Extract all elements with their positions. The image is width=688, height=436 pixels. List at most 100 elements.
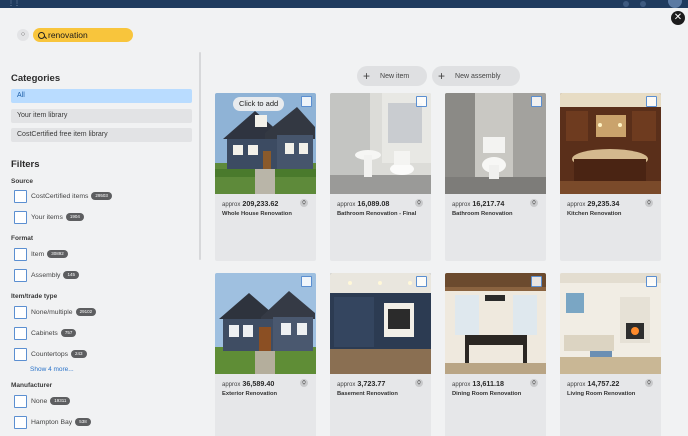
help-icon[interactable] [623, 1, 629, 7]
category-costcertified-free-library[interactable]: CostCertified free item library [11, 128, 192, 142]
filter-costcertified-items[interactable]: CostCertified items 29503 [14, 189, 112, 203]
item-price: approx 16,217.74 [452, 199, 505, 208]
filter-label: Assembly [31, 271, 61, 279]
select-checkbox[interactable] [646, 276, 657, 287]
checkbox[interactable] [14, 347, 27, 361]
item-name: Whole House Renovation [222, 211, 292, 217]
apps-grid-icon[interactable]: ⋮⋮ [8, 1, 20, 7]
checkbox[interactable] [14, 394, 27, 408]
filter-label: Hampton Bay [31, 418, 73, 426]
filter-label: Item [31, 250, 45, 258]
assembly-icon[interactable]: ⛭ [530, 379, 538, 387]
item-card[interactable]: approx 29,235.34 ⛭ Kitchen Renovation [560, 93, 661, 261]
assembly-icon[interactable]: ⛭ [300, 379, 308, 387]
item-price: approx 209,233.62 [222, 199, 279, 208]
sidebar-scrollbar[interactable] [199, 52, 201, 260]
item-card[interactable]: approx 3,723.77 ⛭ Basement Renovation [330, 273, 431, 436]
count-badge: 30892 [47, 250, 68, 258]
select-checkbox[interactable] [301, 96, 312, 107]
search-field[interactable] [33, 28, 133, 42]
app-top-bar: ⋮⋮ [0, 0, 688, 8]
checkbox[interactable] [14, 305, 27, 319]
filter-label: Countertops [31, 350, 69, 358]
item-price: approx 3,723.77 [337, 379, 386, 388]
select-checkbox[interactable] [301, 276, 312, 287]
search-icon [38, 31, 45, 39]
assembly-icon[interactable]: ⛭ [645, 379, 653, 387]
filter-your-items[interactable]: Your items 1904 [14, 210, 84, 224]
item-picker-modal: ✕ ○ Categories All Your item library Cos… [0, 8, 688, 436]
filter-label: None [31, 397, 48, 405]
select-checkbox[interactable] [646, 96, 657, 107]
item-photo [215, 273, 316, 374]
item-name: Bathroom Renovation - Final [337, 211, 417, 217]
item-name: Living Room Renovation [567, 391, 636, 397]
filter-group-manufacturer: Manufacturer [11, 382, 53, 389]
item-card[interactable]: Click to add approx 209,233.62 ⛭ Whole Ho… [215, 93, 316, 261]
count-badge: 29102 [75, 308, 97, 316]
assembly-icon[interactable]: ⛭ [415, 199, 423, 207]
item-card[interactable]: approx 16,089.08 ⛭ Bathroom Renovation - … [330, 93, 431, 261]
assembly-icon[interactable]: ⛭ [415, 379, 423, 387]
new-assembly-button[interactable]: + New assembly [432, 66, 520, 86]
item-price: approx 29,235.34 [567, 199, 620, 208]
plus-icon: + [438, 69, 446, 83]
search-input[interactable] [48, 30, 128, 40]
filter-none[interactable]: None 19311 [14, 394, 71, 408]
filters-sidebar: Categories All Your item library CostCer… [0, 48, 201, 436]
select-checkbox[interactable] [531, 276, 542, 287]
new-item-button[interactable]: + New item [357, 66, 427, 86]
item-card[interactable]: approx 14,757.22 ⛭ Living Room Renovation [560, 273, 661, 436]
filter-countertops[interactable]: Countertops 243 [14, 347, 87, 361]
checkbox[interactable] [14, 415, 27, 429]
search-reset-icon[interactable]: ○ [17, 29, 29, 41]
category-your-item-library[interactable]: Your item library [11, 109, 192, 123]
select-checkbox[interactable] [531, 96, 542, 107]
item-price: approx 14,757.22 [567, 379, 620, 388]
assembly-icon[interactable]: ⛭ [645, 199, 653, 207]
checkbox[interactable] [14, 326, 27, 340]
select-checkbox[interactable] [416, 96, 427, 107]
item-price: approx 13,611.18 [452, 379, 504, 388]
checkbox[interactable] [14, 268, 27, 282]
filter-assembly[interactable]: Assembly 145 [14, 268, 79, 282]
item-price: approx 36,589.40 [222, 379, 275, 388]
select-checkbox[interactable] [416, 276, 427, 287]
count-badge: 145 [63, 271, 79, 279]
checkbox[interactable] [14, 247, 27, 261]
filters-title: Filters [11, 159, 40, 170]
filter-hampton-bay[interactable]: Hampton Bay 538 [14, 415, 91, 429]
item-card[interactable]: approx 16,217.74 ⛭ Bathroom Renovation [445, 93, 546, 261]
item-photo [330, 273, 431, 374]
close-icon[interactable]: ✕ [671, 11, 685, 25]
notifications-icon[interactable] [640, 1, 646, 7]
item-photo [330, 93, 431, 194]
item-name: Dining Room Renovation [452, 391, 522, 397]
item-photo [560, 273, 661, 374]
search-row: ○ [17, 28, 133, 42]
checkbox[interactable] [14, 189, 27, 203]
count-badge: 243 [71, 350, 87, 358]
item-card[interactable]: approx 13,611.18 ⛭ Dining Room Renovation [445, 273, 546, 436]
filter-item[interactable]: Item 30892 [14, 247, 68, 261]
assembly-icon[interactable]: ⛭ [530, 199, 538, 207]
filter-none-multiple[interactable]: None/multiple 29102 [14, 305, 97, 319]
count-badge: 1904 [65, 213, 84, 221]
user-avatar[interactable] [668, 0, 682, 8]
filter-label: CostCertified items [31, 192, 89, 200]
filter-group-source: Source [11, 178, 34, 185]
item-card[interactable]: approx 36,589.40 ⛭ Exterior Renovation [215, 273, 316, 436]
filter-cabinets[interactable]: Cabinets 757 [14, 326, 77, 340]
item-name: Kitchen Renovation [567, 211, 622, 217]
filter-label: Cabinets [31, 329, 58, 337]
count-badge: 538 [75, 418, 91, 426]
item-price: approx 16,089.08 [337, 199, 390, 208]
item-photo [445, 273, 546, 374]
filter-label: None/multiple [31, 308, 73, 316]
category-all[interactable]: All [11, 89, 192, 103]
item-name: Bathroom Renovation [452, 211, 513, 217]
categories-title: Categories [11, 73, 61, 84]
assembly-icon[interactable]: ⛭ [300, 199, 308, 207]
show-more-link[interactable]: Show 4 more... [30, 366, 74, 373]
checkbox[interactable] [14, 210, 27, 224]
